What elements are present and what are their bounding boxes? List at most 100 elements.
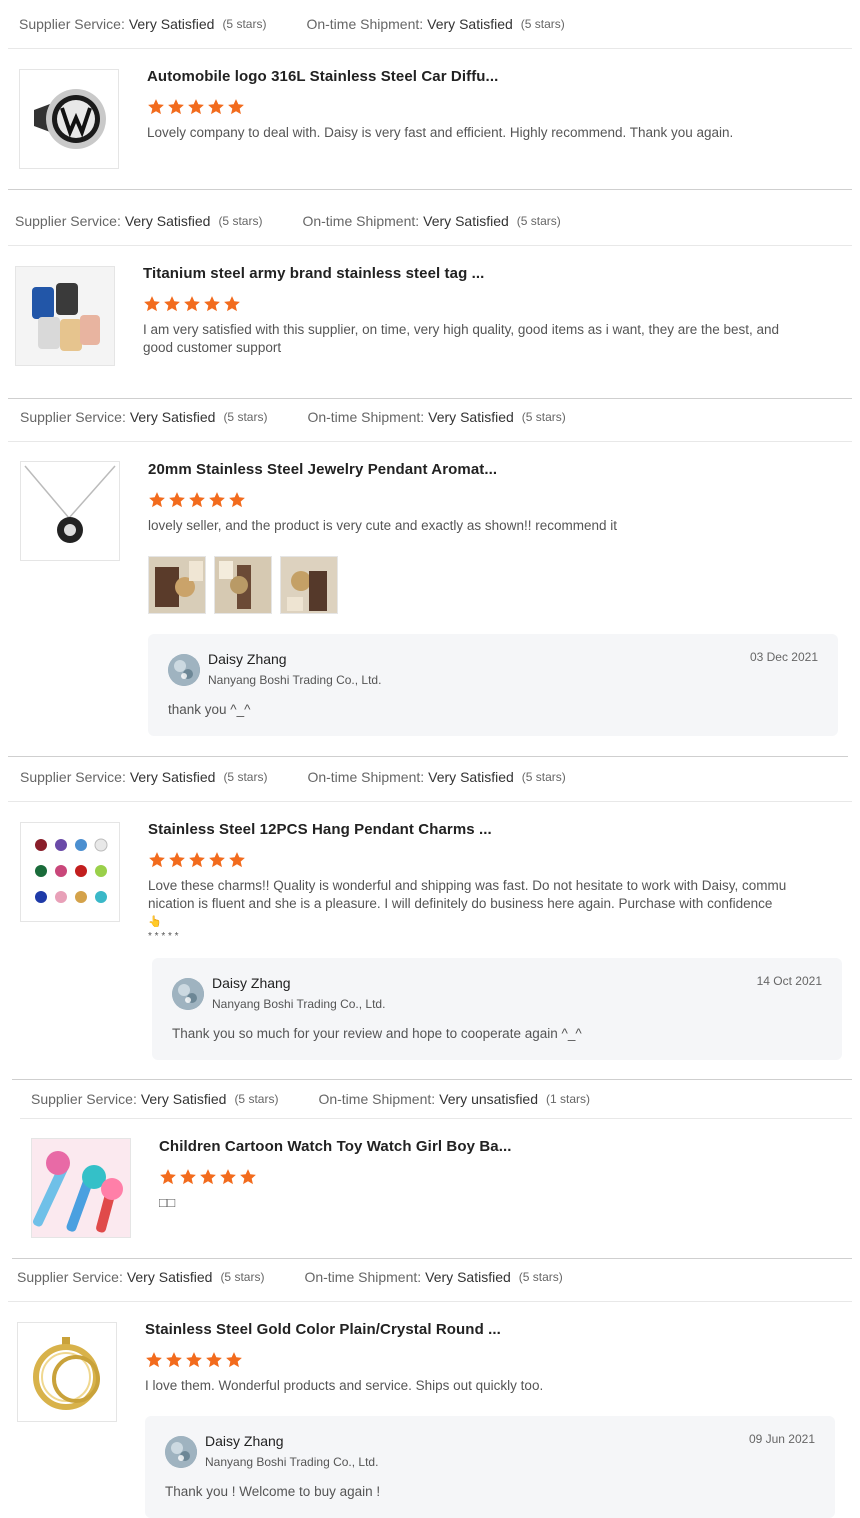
ontime-shipment-count: (5 stars) — [516, 214, 561, 228]
ontime-shipment-rating: Very Satisfied — [428, 769, 514, 785]
reply-author-name: Daisy Zhang — [212, 975, 291, 991]
star-icon — [240, 1169, 256, 1185]
supplier-service-label: Supplier Service: — [20, 409, 126, 425]
avatar — [165, 1436, 197, 1468]
review-text: Lovely company to deal with. Daisy is ve… — [147, 125, 734, 140]
review-photo[interactable] — [214, 556, 272, 614]
product-thumbnail[interactable] — [15, 266, 115, 366]
product-thumbnail[interactable] — [20, 822, 120, 922]
star-icon — [160, 1169, 176, 1185]
ontime-shipment-count: (5 stars) — [521, 770, 566, 784]
product-title[interactable]: Titanium steel army brand stainless stee… — [143, 265, 484, 282]
ontime-shipment-rating: Very unsatisfied — [439, 1091, 539, 1107]
supplier-service-rating: Very Satisfied — [124, 213, 211, 229]
review-text-line: * * * * * — [148, 931, 179, 942]
review-text: □□ — [159, 1195, 176, 1210]
star-icon — [229, 852, 245, 868]
star-icon — [149, 492, 165, 508]
star-icon — [209, 852, 225, 868]
star-rating — [145, 1351, 243, 1369]
divider — [8, 756, 848, 757]
product-thumbnail[interactable] — [31, 1138, 131, 1238]
star-rating — [148, 491, 246, 509]
supplier-service-count: (5 stars) — [234, 1092, 279, 1106]
star-icon — [224, 296, 240, 312]
star-rating — [147, 98, 245, 116]
review-card: Supplier Service: Very Satisfied (5 star… — [0, 0, 860, 190]
star-rating — [148, 851, 246, 869]
supplier-service-rating: Very Satisfied — [128, 16, 215, 32]
review-card: Supplier Service: Very Satisfied (5 star… — [0, 758, 860, 1080]
star-icon — [208, 99, 224, 115]
rating-bar: Supplier Service: Very Satisfied (5 star… — [19, 5, 565, 43]
star-icon — [148, 99, 164, 115]
ontime-shipment-count: (5 stars) — [521, 410, 566, 424]
divider — [20, 1118, 852, 1119]
star-icon — [220, 1169, 236, 1185]
star-icon — [166, 1352, 182, 1368]
supplier-service-rating: Very Satisfied — [129, 409, 216, 425]
ontime-shipment-label: On-time Shipment: — [304, 1269, 422, 1285]
ontime-shipment-rating: Very Satisfied — [425, 1269, 511, 1285]
supplier-service-label: Supplier Service: — [20, 769, 126, 785]
divider — [8, 1301, 852, 1302]
ontime-shipment-count: (5 stars) — [518, 1270, 563, 1284]
review-card: Supplier Service: Very Satisfied (5 star… — [0, 398, 860, 758]
product-title[interactable]: Stainless Steel Gold Color Plain/Crystal… — [145, 1321, 501, 1338]
star-icon — [229, 492, 245, 508]
product-thumbnail[interactable] — [17, 1322, 117, 1422]
supplier-service-rating: Very Satisfied — [129, 769, 216, 785]
ontime-shipment-label: On-time Shipment: — [318, 1091, 436, 1107]
star-icon — [189, 492, 205, 508]
rating-bar: Supplier Service: Very Satisfied (5 star… — [31, 1080, 590, 1118]
star-icon — [180, 1169, 196, 1185]
review-card: Supplier Service: Very Satisfied (5 star… — [0, 1080, 860, 1260]
seller-reply: Daisy Zhang Nanyang Boshi Trading Co., L… — [145, 1416, 835, 1518]
star-icon — [206, 1352, 222, 1368]
supplier-service-label: Supplier Service: — [19, 16, 125, 32]
supplier-service-label: Supplier Service: — [15, 213, 121, 229]
star-icon — [189, 852, 205, 868]
ontime-shipment-count: (1 stars) — [546, 1092, 591, 1106]
product-title[interactable]: Children Cartoon Watch Toy Watch Girl Bo… — [159, 1138, 512, 1155]
review-text: Love these charms!! Quality is wonderful… — [148, 877, 828, 943]
product-thumbnail[interactable] — [20, 461, 120, 561]
supplier-service-label: Supplier Service: — [17, 1269, 123, 1285]
review-photo[interactable] — [148, 556, 206, 614]
review-text: lovely seller, and the product is very c… — [148, 518, 617, 533]
review-text: I love them. Wonderful products and serv… — [145, 1378, 544, 1393]
product-title[interactable]: 20mm Stainless Steel Jewelry Pendant Aro… — [148, 461, 497, 478]
product-thumbnail[interactable] — [19, 69, 119, 169]
star-icon — [228, 99, 244, 115]
rating-bar: Supplier Service: Very Satisfied (5 star… — [15, 202, 561, 240]
review-text-line: I am very satisfied with this supplier, … — [143, 322, 780, 337]
supplier-service-count: (5 stars) — [223, 770, 268, 784]
supplier-service-count: (5 stars) — [220, 1270, 265, 1284]
star-icon — [149, 852, 165, 868]
divider — [8, 245, 852, 246]
star-icon — [164, 296, 180, 312]
product-title[interactable]: Stainless Steel 12PCS Hang Pendant Charm… — [148, 821, 492, 838]
star-icon — [169, 852, 185, 868]
star-icon — [169, 492, 185, 508]
rating-bar: Supplier Service: Very Satisfied (5 star… — [17, 1258, 563, 1296]
supplier-service-label: Supplier Service: — [31, 1091, 137, 1107]
reply-message: Thank you so much for your review and ho… — [172, 1026, 582, 1041]
supplier-service-rating: Very Satisfied — [140, 1091, 227, 1107]
review-photo[interactable] — [280, 556, 338, 614]
reply-message: thank you ^_^ — [168, 702, 251, 717]
rating-bar: Supplier Service: Very Satisfied (5 star… — [20, 758, 566, 796]
reply-date: 14 Oct 2021 — [756, 974, 822, 988]
ontime-shipment-label: On-time Shipment: — [307, 409, 425, 425]
star-icon — [200, 1169, 216, 1185]
star-icon — [226, 1352, 242, 1368]
reply-company: Nanyang Boshi Trading Co., Ltd. — [208, 673, 382, 687]
ontime-shipment-label: On-time Shipment: — [306, 16, 424, 32]
reply-date: 09 Jun 2021 — [748, 1432, 815, 1446]
star-rating — [143, 295, 241, 313]
avatar — [168, 654, 200, 686]
product-title[interactable]: Automobile logo 316L Stainless Steel Car… — [147, 68, 498, 85]
avatar — [172, 978, 204, 1010]
star-icon — [184, 296, 200, 312]
reply-author-name: Daisy Zhang — [205, 1433, 284, 1449]
